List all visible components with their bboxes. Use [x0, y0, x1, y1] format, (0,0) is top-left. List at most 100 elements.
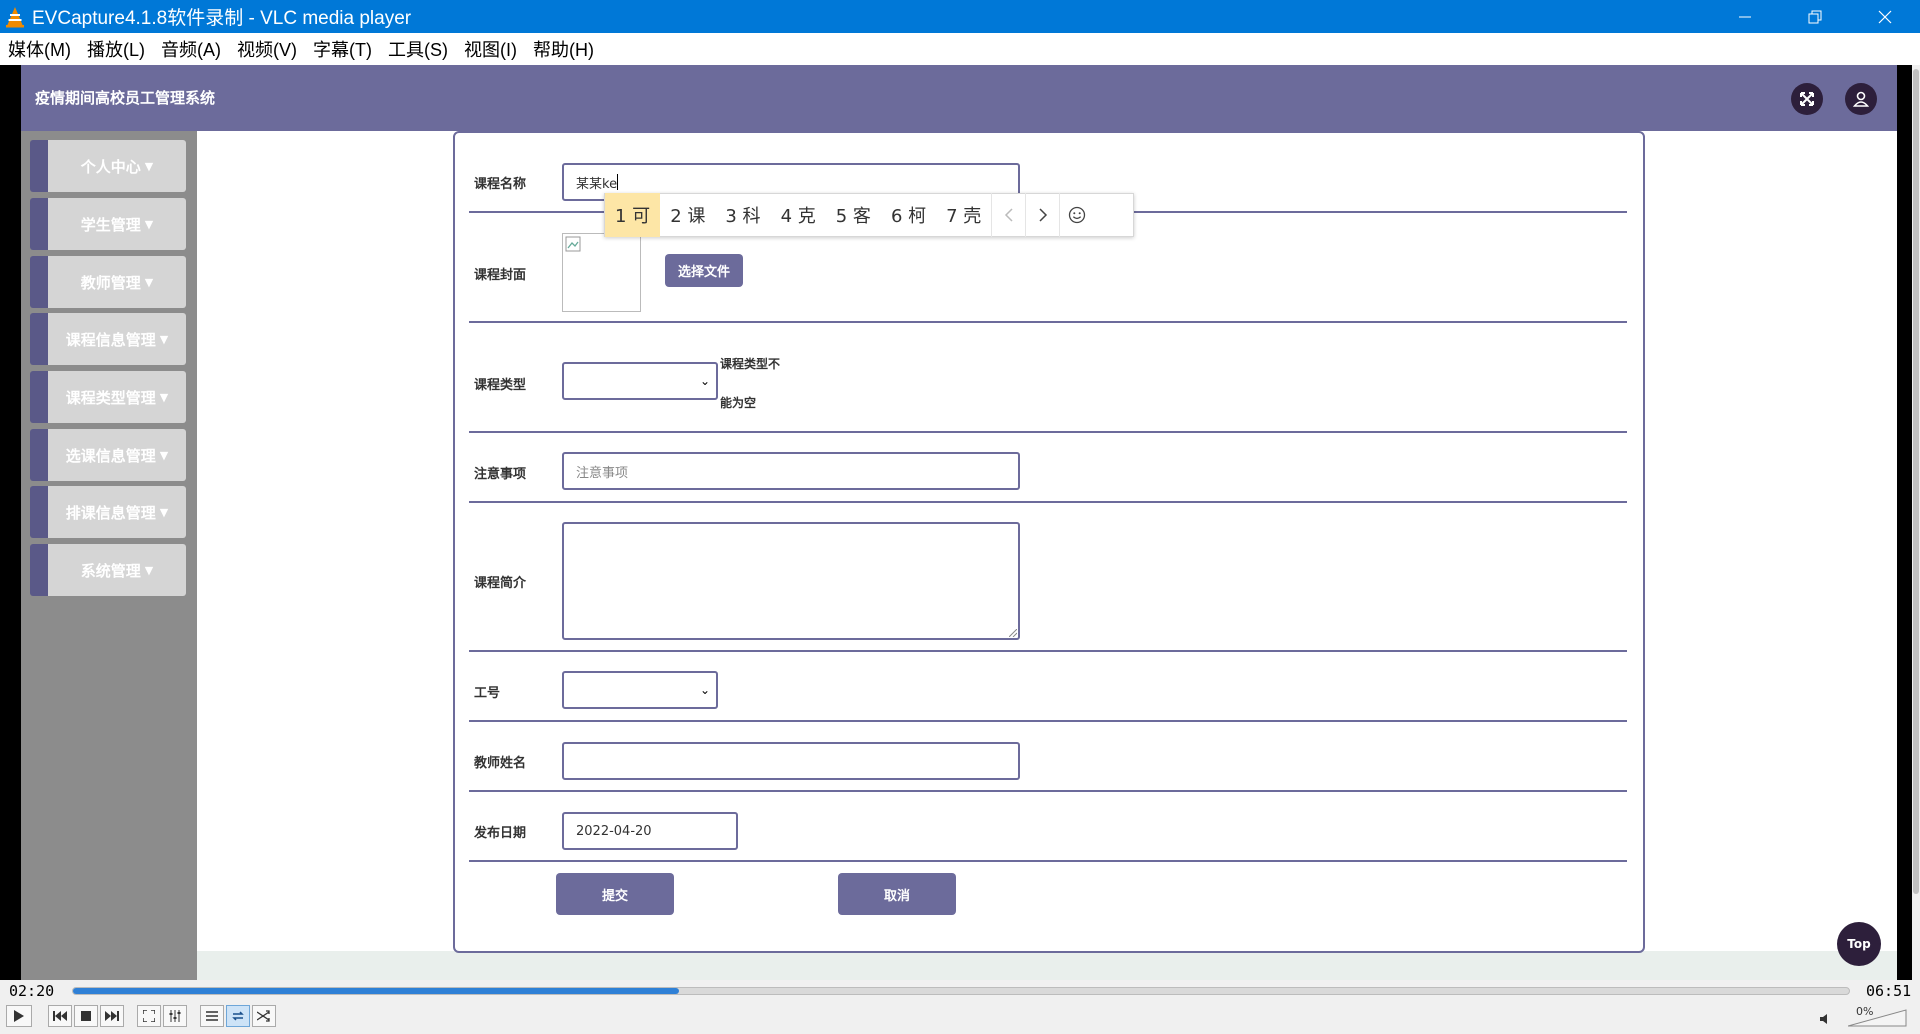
ime-candidate-3[interactable]: 3 科: [715, 193, 770, 237]
resize-handle-icon[interactable]: [1009, 629, 1017, 637]
teacher-name-input[interactable]: [562, 742, 1020, 780]
play-button[interactable]: [6, 1005, 32, 1027]
footer-strip: [197, 951, 1897, 980]
minimize-button[interactable]: [1710, 0, 1780, 33]
choose-file-button[interactable]: 选择文件: [665, 254, 743, 287]
caret-down-icon: ▼: [144, 217, 154, 231]
staff-id-select[interactable]: ⌄: [562, 671, 718, 709]
caret-down-icon: ▼: [144, 275, 154, 289]
teacher-name-label: 教师姓名: [474, 756, 527, 771]
seek-progress: [73, 988, 679, 994]
ime-candidate-6[interactable]: 6 柯: [881, 193, 936, 237]
speaker-icon: [1820, 1014, 1827, 1024]
caret-down-icon: ▼: [159, 390, 169, 404]
sidebar-item-system-mgmt[interactable]: 系统管理 ▼: [30, 544, 186, 596]
cancel-button[interactable]: 取消: [838, 873, 956, 915]
site-header: 疫情期间高校员工管理系统: [21, 65, 1897, 131]
chevron-right-icon: [1039, 208, 1047, 222]
video-area[interactable]: 疫情期间高校员工管理系统 个人中心 ▼ 学生管理 ▼ 教师管理 ▼ 课程信息管理 ▼ 课…: [0, 65, 1920, 980]
menu-video[interactable]: 视频(V): [237, 36, 297, 62]
previous-button[interactable]: [48, 1005, 72, 1027]
window-titlebar: EVCapture4.1.8软件录制 - VLC media player: [0, 0, 1920, 33]
caret-down-icon: ▼: [144, 159, 154, 173]
vlc-controls: 02:20 06:51 0%: [0, 980, 1920, 1034]
menu-playback[interactable]: 播放(L): [87, 36, 145, 62]
extended-settings-button[interactable]: [163, 1005, 187, 1027]
ime-candidate-4[interactable]: 4 克: [771, 193, 826, 237]
sidebar-item-enroll-info-mgmt[interactable]: 选课信息管理 ▼: [30, 429, 186, 481]
total-time: 06:51: [1866, 982, 1912, 1000]
row-divider: [469, 321, 1627, 323]
ime-candidate-bar: 1 可 2 课 3 科 4 克 5 客 6 柯 7 壳: [604, 193, 1134, 237]
volume-control[interactable]: 0%: [1820, 1005, 1910, 1027]
loop-icon: [232, 1011, 244, 1021]
ime-candidate-1[interactable]: 1 可: [605, 193, 661, 237]
course-type-select[interactable]: ⌄: [562, 362, 718, 400]
menu-help[interactable]: 帮助(H): [533, 36, 594, 62]
sidebar-item-course-type-mgmt[interactable]: 课程类型管理 ▼: [30, 371, 186, 423]
menu-media[interactable]: 媒体(M): [8, 36, 71, 62]
type-error-line1: 课程类型不: [720, 357, 781, 371]
vlc-cone-icon: [6, 6, 24, 27]
close-icon: [1878, 10, 1892, 23]
loop-button[interactable]: [226, 1005, 250, 1027]
menu-audio[interactable]: 音频(A): [161, 36, 221, 62]
page-scrollbar[interactable]: [1912, 65, 1920, 980]
play-icon: [14, 1010, 24, 1022]
scrollbar-thumb[interactable]: [1913, 69, 1919, 894]
publish-date-input[interactable]: 2022-04-20: [562, 812, 738, 850]
publish-date-label: 发布日期: [474, 826, 527, 841]
sidebar-item-schedule-info-mgmt[interactable]: 排课信息管理 ▼: [30, 486, 186, 538]
user-button[interactable]: [1845, 83, 1877, 115]
text-cursor: [617, 174, 619, 190]
volume-slider[interactable]: [1848, 1009, 1908, 1027]
submit-button[interactable]: 提交: [556, 873, 674, 915]
chevron-down-icon: ⌄: [699, 374, 710, 388]
course-intro-textarea[interactable]: [562, 522, 1020, 640]
minimize-icon: [1739, 16, 1751, 17]
window-title: EVCapture4.1.8软件录制 - VLC media player: [32, 8, 412, 29]
ime-prev-page-button[interactable]: [991, 193, 1025, 237]
playlist-icon: [206, 1011, 218, 1021]
ime-next-page-button[interactable]: [1025, 193, 1059, 237]
expand-icon: [1800, 92, 1814, 106]
close-button[interactable]: [1850, 0, 1920, 33]
ime-candidate-7[interactable]: 7 壳: [936, 193, 991, 237]
skip-back-icon: [53, 1011, 67, 1021]
playlist-button[interactable]: [200, 1005, 224, 1027]
back-to-top-button[interactable]: Top: [1837, 922, 1881, 966]
course-name-label: 课程名称: [474, 177, 527, 192]
course-cover-label: 课程封面: [474, 268, 527, 283]
ime-emoji-button[interactable]: [1059, 193, 1093, 237]
menu-view[interactable]: 视图(I): [464, 36, 517, 62]
seek-bar[interactable]: [72, 987, 1850, 995]
user-icon: [1853, 91, 1869, 107]
fullscreen-toggle-button[interactable]: [137, 1005, 161, 1027]
restore-icon: [1808, 10, 1822, 23]
restore-button[interactable]: [1780, 0, 1850, 33]
sidebar-item-personal-center[interactable]: 个人中心 ▼: [30, 140, 186, 192]
ime-candidate-2[interactable]: 2 课: [660, 193, 715, 237]
row-divider: [469, 650, 1627, 652]
sidebar-item-teacher-mgmt[interactable]: 教师管理 ▼: [30, 256, 186, 308]
menu-tools[interactable]: 工具(S): [388, 36, 448, 62]
caret-down-icon: ▼: [159, 448, 169, 462]
sidebar-item-student-mgmt[interactable]: 学生管理 ▼: [30, 198, 186, 250]
shuffle-button[interactable]: [252, 1005, 276, 1027]
menu-subtitle[interactable]: 字幕(T): [313, 36, 372, 62]
type-error-line2: 能为空: [720, 396, 757, 410]
ime-candidate-5[interactable]: 5 客: [826, 193, 881, 237]
course-intro-label: 课程简介: [474, 576, 527, 591]
row-divider: [469, 860, 1627, 862]
caret-down-icon: ▼: [144, 563, 154, 577]
stop-button[interactable]: [74, 1005, 98, 1027]
row-divider: [469, 501, 1627, 503]
caret-down-icon: ▼: [159, 332, 169, 346]
notes-input[interactable]: 注意事项: [562, 452, 1020, 490]
next-button[interactable]: [100, 1005, 124, 1027]
fullscreen-button[interactable]: [1791, 83, 1823, 115]
course-type-label: 课程类型: [474, 378, 527, 393]
cover-preview: [562, 233, 641, 312]
sidebar-item-course-info-mgmt[interactable]: 课程信息管理 ▼: [30, 313, 186, 365]
elapsed-time: 02:20: [9, 982, 55, 1000]
